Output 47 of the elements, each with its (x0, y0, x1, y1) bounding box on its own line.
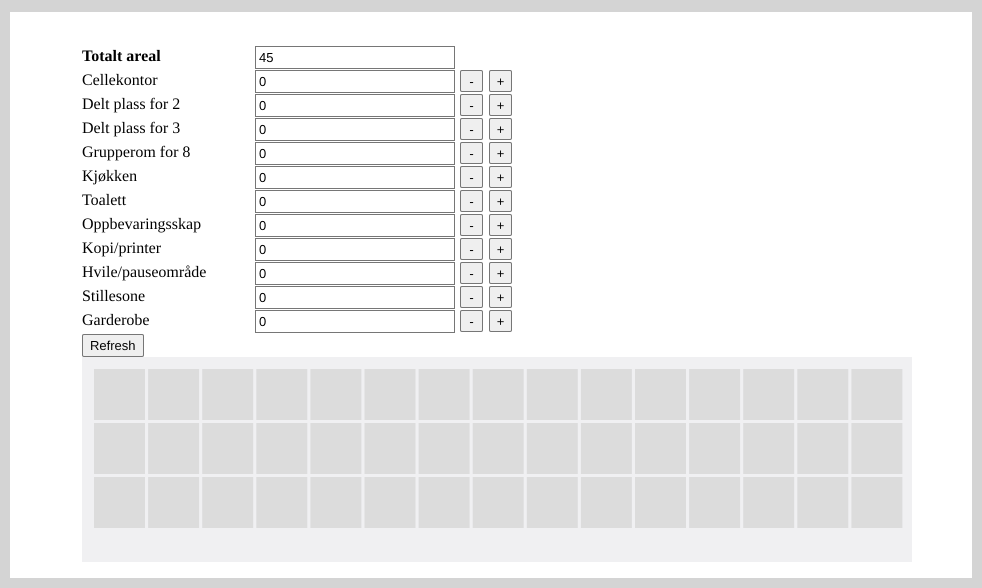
room-label: Kopi/printer (82, 240, 162, 258)
room-label: Stillesone (82, 288, 146, 306)
increase-button[interactable]: + (489, 238, 512, 260)
increase-button[interactable]: + (489, 286, 512, 308)
increase-button[interactable]: + (489, 262, 512, 284)
total-area-label: Totalt areal (82, 48, 162, 66)
increase-button[interactable]: + (489, 94, 512, 116)
room-label: Kjøkken (82, 168, 138, 186)
room-label: Cellekontor (82, 72, 159, 90)
increase-button[interactable]: + (489, 310, 512, 332)
room-label: Garderobe (82, 312, 151, 330)
total-area-field[interactable]: 45 (255, 46, 455, 68)
decrease-button[interactable]: - (460, 262, 483, 284)
refresh-button[interactable]: Refresh (82, 334, 144, 357)
decrease-button[interactable]: - (460, 142, 483, 164)
decrease-button[interactable]: - (460, 310, 483, 332)
decrease-button[interactable]: - (460, 286, 483, 308)
room-label: Hvile/pauseområde (82, 264, 208, 282)
room-label: Delt plass for 2 (82, 96, 182, 114)
room-label: Oppbevaringsskap (82, 216, 202, 234)
count-field[interactable]: 0 (255, 262, 455, 284)
decrease-button[interactable]: - (460, 238, 483, 260)
count-field[interactable]: 0 (255, 238, 455, 260)
decrease-button[interactable]: - (460, 214, 483, 236)
decrease-button[interactable]: - (460, 94, 483, 116)
decrease-button[interactable]: - (460, 190, 483, 212)
count-field[interactable]: 0 (255, 118, 455, 140)
count-field[interactable]: 0 (255, 94, 455, 116)
increase-button[interactable]: + (489, 118, 512, 140)
count-field[interactable]: 0 (255, 70, 455, 92)
count-field[interactable]: 0 (255, 190, 455, 212)
decrease-button[interactable]: - (460, 118, 483, 140)
increase-button[interactable]: + (489, 70, 512, 92)
increase-button[interactable]: + (489, 214, 512, 236)
count-field[interactable]: 0 (255, 214, 455, 236)
room-label: Grupperom for 8 (82, 144, 192, 162)
room-label: Toalett (82, 192, 128, 210)
increase-button[interactable]: + (489, 166, 512, 188)
increase-button[interactable]: + (489, 190, 512, 212)
count-field[interactable]: 0 (255, 310, 455, 332)
room-label: Delt plass for 3 (82, 120, 182, 138)
increase-button[interactable]: + (489, 142, 512, 164)
count-field[interactable]: 0 (255, 286, 455, 308)
decrease-button[interactable]: - (460, 70, 483, 92)
decrease-button[interactable]: - (460, 166, 483, 188)
count-field[interactable]: 0 (255, 142, 455, 164)
count-field[interactable]: 0 (255, 166, 455, 188)
